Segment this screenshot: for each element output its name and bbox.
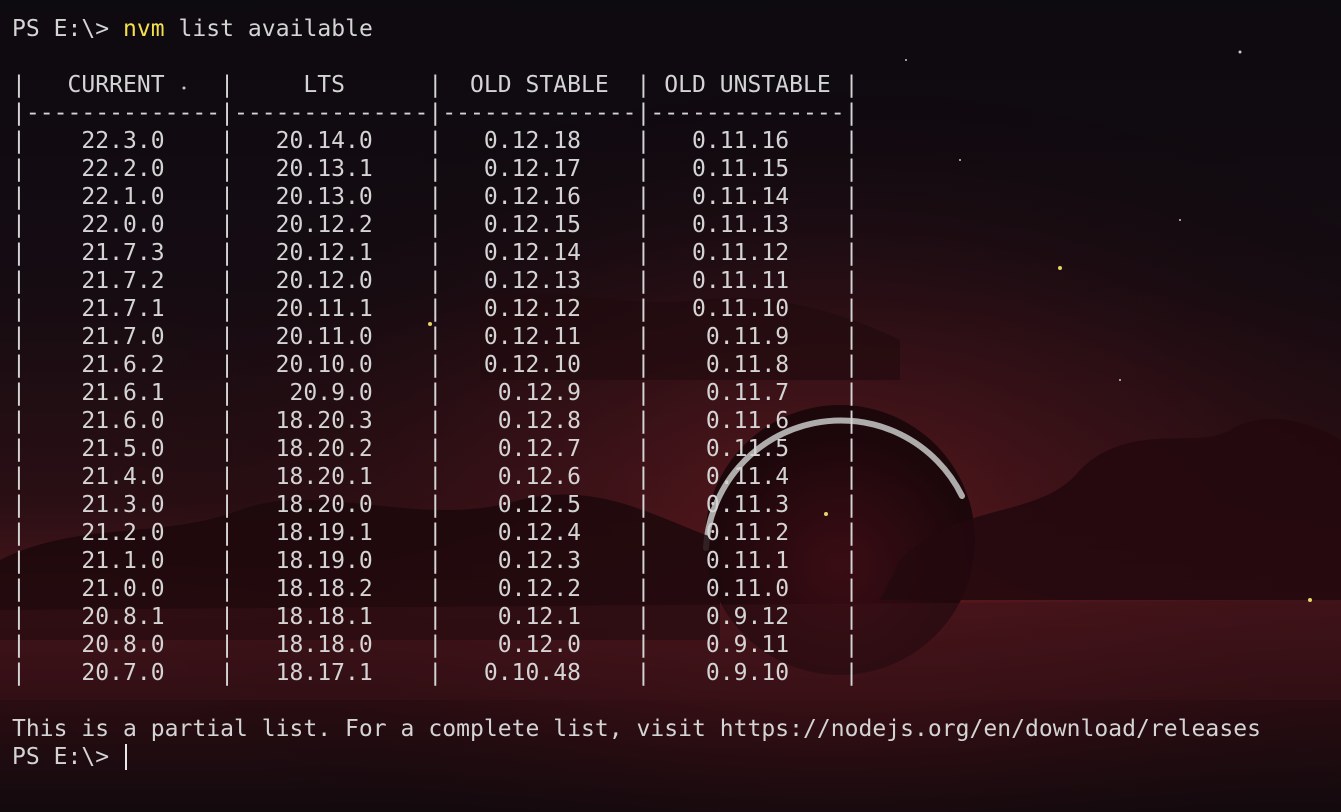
table-row: | 21.5.0 | 18.20.2 | 0.12.7 | 0.11.5 |: [12, 436, 859, 462]
partial-list-message: This is a partial list. For a complete l…: [12, 716, 1261, 742]
table-row: | 21.1.0 | 18.19.0 | 0.12.3 | 0.11.1 |: [12, 548, 859, 574]
prompt: PS E:\>: [12, 16, 124, 42]
table-row: | 21.6.0 | 18.20.3 | 0.12.8 | 0.11.6 |: [12, 408, 859, 434]
table-row: | 20.8.1 | 18.18.1 | 0.12.1 | 0.9.12 |: [12, 604, 859, 630]
table-row: | 21.3.0 | 18.20.0 | 0.12.5 | 0.11.3 |: [12, 492, 859, 518]
command-args: list available: [164, 16, 373, 42]
table-row: | 21.7.1 | 20.11.1 | 0.12.12 | 0.11.10 |: [12, 296, 859, 322]
table-row: | 22.1.0 | 20.13.0 | 0.12.16 | 0.11.14 |: [12, 184, 859, 210]
table-row: | 21.7.3 | 20.12.1 | 0.12.14 | 0.11.12 |: [12, 240, 859, 266]
table-row: | 20.8.0 | 18.18.0 | 0.12.0 | 0.9.11 |: [12, 632, 859, 658]
table-row: | 20.7.0 | 18.17.1 | 0.10.48 | 0.9.10 |: [12, 660, 859, 686]
table-row: | 22.3.0 | 20.14.0 | 0.12.18 | 0.11.16 |: [12, 128, 859, 154]
table-row: | 22.0.0 | 20.12.2 | 0.12.15 | 0.11.13 |: [12, 212, 859, 238]
input-prompt-line[interactable]: PS E:\>: [12, 743, 128, 771]
table-header-row: | CURRENT | LTS | OLD STABLE | OLD UNSTA…: [12, 72, 859, 98]
table-row: | 21.0.0 | 18.18.2 | 0.12.2 | 0.11.0 |: [12, 576, 859, 602]
command-line: PS E:\> nvm list available: [12, 15, 373, 43]
command-name: nvm: [123, 16, 165, 42]
table-row: | 21.7.2 | 20.12.0 | 0.12.13 | 0.11.11 |: [12, 268, 859, 294]
table-row: | 21.7.0 | 20.11.0 | 0.12.11 | 0.11.9 |: [12, 324, 859, 350]
table-row: | 21.6.2 | 20.10.0 | 0.12.10 | 0.11.8 |: [12, 352, 859, 378]
table-row: | 21.6.1 | 20.9.0 | 0.12.9 | 0.11.7 |: [12, 380, 859, 406]
terminal-window[interactable]: PS E:\> nvm list available | CURRENT | L…: [0, 0, 1341, 812]
prompt: PS E:\>: [12, 744, 124, 770]
table-row: | 21.4.0 | 18.20.1 | 0.12.6 | 0.11.4 |: [12, 464, 859, 490]
table-separator-row: |--------------|--------------|---------…: [12, 100, 859, 126]
text-cursor: [125, 744, 128, 770]
table-row: | 21.2.0 | 18.19.1 | 0.12.4 | 0.11.2 |: [12, 520, 859, 546]
table-row: | 22.2.0 | 20.13.1 | 0.12.17 | 0.11.15 |: [12, 156, 859, 182]
